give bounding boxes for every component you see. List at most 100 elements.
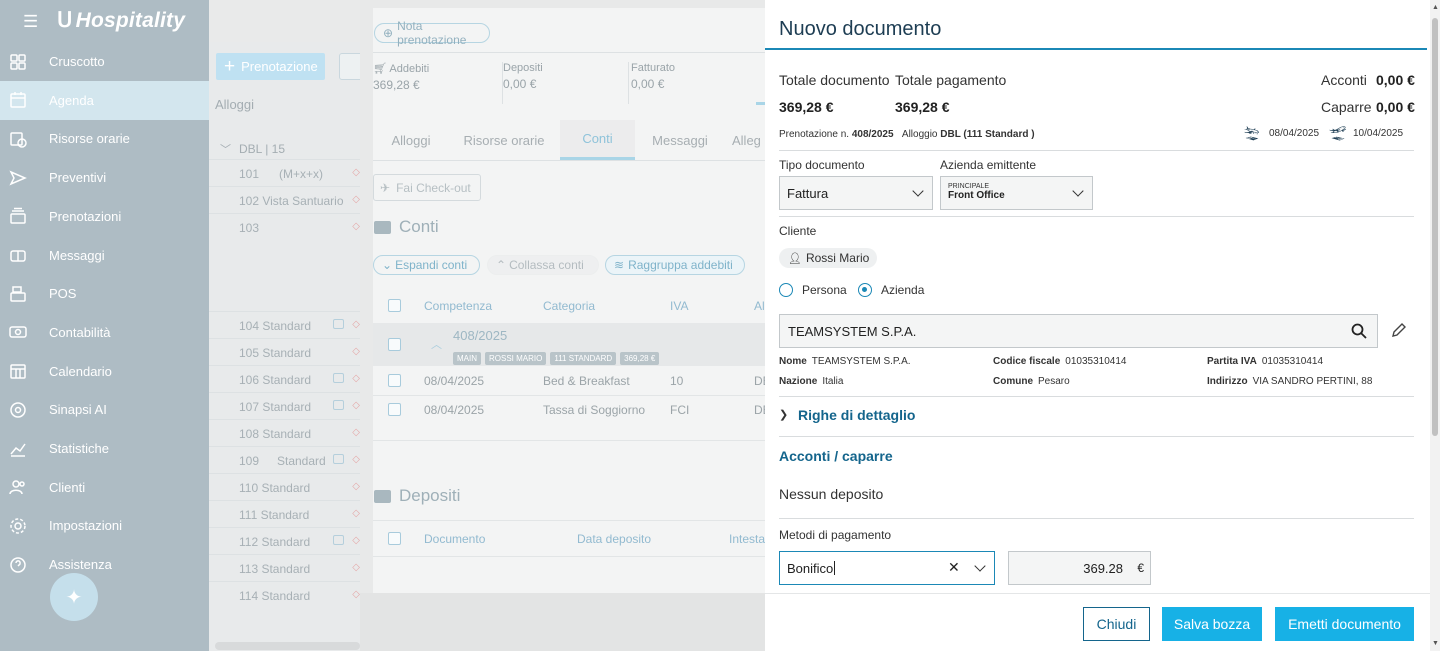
- room-row[interactable]: 109 Standard ◇: [209, 446, 360, 473]
- send-icon: [9, 170, 27, 186]
- room-row[interactable]: 110 Standard ◇: [209, 473, 360, 500]
- status-tag-icon: ◇: [352, 319, 360, 330]
- sidebar-item-statistiche[interactable]: Statistiche: [0, 429, 209, 468]
- room-row[interactable]: 107 Standard ◇: [209, 392, 360, 419]
- room-row[interactable]: 112 Standard ◇: [209, 527, 360, 554]
- chevron-up-icon[interactable]: ︿: [431, 336, 442, 352]
- sidebar-item-pos[interactable]: POS: [0, 274, 209, 313]
- scroll-up-icon[interactable]: ▲: [1432, 4, 1439, 11]
- row-checkbox[interactable]: [388, 403, 401, 416]
- payment-amount-input[interactable]: 369.28 €: [1008, 551, 1151, 585]
- room-extra: Standard: [277, 454, 326, 468]
- sidebar-item-messaggi[interactable]: Messaggi: [0, 236, 209, 275]
- ai-assistant-fab-icon[interactable]: ✦: [50, 573, 98, 621]
- vertical-scrollbar[interactable]: ▲ ▼: [1430, 0, 1440, 651]
- col-intestatario: Intesta: [729, 532, 766, 546]
- tipo-documento-select[interactable]: Fattura: [779, 176, 933, 210]
- expand-accounts-button[interactable]: ⌄ Espandi conti: [373, 255, 480, 275]
- chevron-down-icon[interactable]: [974, 560, 986, 572]
- chevron-down-icon[interactable]: ﹀: [220, 141, 231, 157]
- checkout-button[interactable]: ✈ Fai Check-out: [373, 174, 481, 201]
- room-extra: (M+x+x): [279, 167, 324, 181]
- row-checkbox[interactable]: [388, 374, 401, 387]
- sidebar-item-prenotazioni[interactable]: Prenotazioni: [0, 197, 209, 236]
- status-tag-icon: ◇: [352, 454, 360, 465]
- issue-document-button[interactable]: Emetti documento: [1275, 607, 1414, 641]
- room-label: 104 Standard: [239, 319, 312, 333]
- room-label: 108 Standard: [239, 427, 312, 441]
- app-logo[interactable]: ᑌ Hospitality: [57, 8, 185, 33]
- comment-icon[interactable]: [333, 400, 344, 410]
- tab-alloggi[interactable]: Alloggi: [373, 120, 449, 160]
- room-label: 114 Standard: [239, 589, 311, 603]
- codice-fiscale-field: Codice fiscale 01035310414: [993, 356, 1127, 367]
- gear-icon: [10, 518, 26, 534]
- tab-allegati[interactable]: Alleg: [732, 120, 766, 160]
- edit-pencil-icon[interactable]: [1391, 322, 1407, 338]
- sidebar-item-risorse-orarie[interactable]: Risorse orarie: [0, 119, 209, 158]
- room-row[interactable]: 104 Standard ◇: [209, 311, 360, 338]
- tab-risorse-orarie[interactable]: Risorse orarie: [454, 120, 554, 160]
- room-group-label: DBL | 15: [239, 142, 286, 156]
- col-categoria: Categoria: [543, 299, 596, 313]
- tag-amount: 369,28 €: [620, 352, 660, 365]
- sidebar-item-agenda[interactable]: Agenda: [0, 80, 209, 120]
- comment-icon[interactable]: [333, 535, 344, 545]
- accounts-icon: [374, 220, 391, 234]
- save-draft-button[interactable]: Salva bozza: [1162, 607, 1262, 641]
- select-all-checkbox[interactable]: [388, 299, 401, 312]
- horizontal-scrollbar[interactable]: [215, 642, 360, 650]
- room-row[interactable]: 106 Standard ◇: [209, 365, 360, 392]
- room-row[interactable]: 103 ◇: [209, 213, 360, 311]
- divider: [779, 396, 1414, 397]
- sidebar-item-preventivi[interactable]: Preventivi: [0, 158, 209, 197]
- sidebar-item-assistenza[interactable]: Assistenza: [0, 545, 209, 584]
- tab-messaggi[interactable]: Messaggi: [640, 120, 720, 160]
- room-row[interactable]: 113 Standard ◇: [209, 554, 360, 581]
- sidebar-item-cruscotto[interactable]: Cruscotto: [0, 42, 209, 81]
- comment-icon[interactable]: [333, 373, 344, 383]
- persona-radio[interactable]: [779, 283, 793, 297]
- clear-x-icon[interactable]: ✕: [948, 559, 960, 576]
- tab-conti[interactable]: Conti: [560, 120, 635, 160]
- azienda-emittente-select[interactable]: PRINCIPALE Front Office: [940, 176, 1093, 210]
- departure-date: 10/04/2025: [1353, 128, 1404, 139]
- room-row[interactable]: 114 Standard ◇: [209, 581, 360, 608]
- note-button[interactable]: ⊕ Nota prenotazione: [374, 19, 490, 47]
- room-row[interactable]: 102 Vista Santuario ◇: [209, 186, 360, 213]
- room-row[interactable]: 105 Standard ◇: [209, 338, 360, 365]
- room-row[interactable]: 108 Standard ◇: [209, 419, 360, 446]
- deposit-select-all-checkbox[interactable]: [388, 532, 401, 545]
- azienda-radio[interactable]: [858, 283, 872, 297]
- wallet-icon: [374, 489, 391, 503]
- payment-method-select[interactable]: Bonifico ✕: [779, 551, 995, 585]
- search-icon[interactable]: [1351, 323, 1367, 339]
- sidebar-item-label: Contabilità: [49, 324, 111, 340]
- righe-dettaglio-toggle[interactable]: Righe di dettaglio: [798, 407, 915, 423]
- sidebar-item-sinapsi-ai[interactable]: Sinapsi AI: [0, 390, 209, 429]
- scrollbar-thumb[interactable]: [1432, 18, 1438, 436]
- account-checkbox[interactable]: [388, 338, 401, 351]
- chevron-right-icon[interactable]: ❯: [779, 408, 788, 421]
- dashboard-icon: [10, 53, 26, 70]
- new-document-panel: Nuovo documento Totale documento 369,28 …: [765, 0, 1440, 651]
- sidebar-item-calendario[interactable]: Calendario: [0, 352, 209, 391]
- comment-icon[interactable]: [333, 319, 344, 329]
- hamburger-menu-icon[interactable]: ☰: [23, 12, 38, 32]
- logo-mark-icon: ᑌ: [57, 9, 73, 32]
- scroll-down-icon[interactable]: ▼: [1432, 640, 1439, 647]
- comment-icon[interactable]: [333, 454, 344, 464]
- sidebar-item-clienti[interactable]: Clienti: [0, 468, 209, 507]
- client-chip[interactable]: 👤︎ Rossi Mario: [779, 248, 877, 268]
- room-row[interactable]: 101 (M+x+x) ◇: [209, 159, 360, 186]
- room-row[interactable]: 111 Standard ◇: [209, 500, 360, 527]
- row-category: Tassa di Soggiorno: [543, 403, 646, 417]
- group-charges-button[interactable]: ≋ Raggruppa addebiti: [605, 255, 745, 275]
- company-search-input[interactable]: TEAMSYSTEM S.P.A.: [779, 314, 1378, 348]
- sidebar-item-contabilit-[interactable]: Contabilità: [0, 313, 209, 352]
- sidebar-item-impostazioni[interactable]: Impostazioni: [0, 506, 209, 545]
- collapse-accounts-button[interactable]: ⌃ Collassa conti: [487, 255, 599, 275]
- sidebar-item-label: Risorse orarie: [49, 131, 130, 147]
- close-button[interactable]: Chiudi: [1083, 607, 1150, 641]
- new-booking-button[interactable]: + Prenotazione: [216, 53, 325, 80]
